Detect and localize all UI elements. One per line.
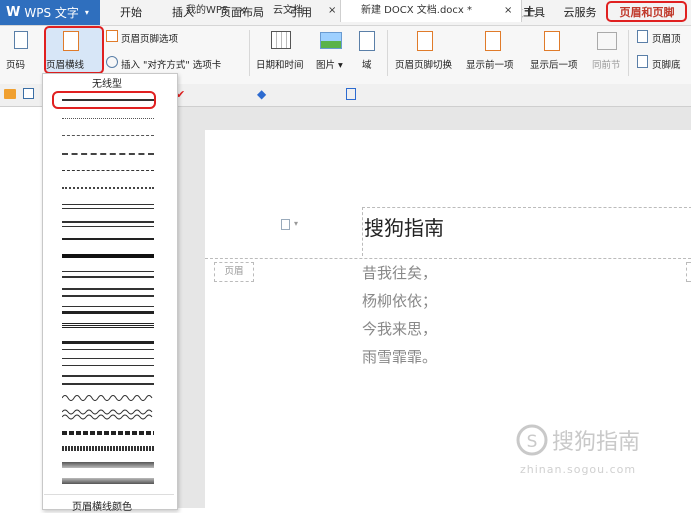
- line-style-option[interactable]: [62, 306, 154, 314]
- line-style-option[interactable]: [62, 204, 154, 209]
- show-previous-button[interactable]: 显示前一项: [466, 57, 514, 71]
- line-style-option[interactable]: [62, 118, 154, 119]
- insert-align-tab-icon: [106, 56, 118, 68]
- header-line-icon: [63, 31, 79, 51]
- poem-line: 昔我往矣，: [362, 264, 438, 282]
- save-icon[interactable]: [23, 88, 34, 99]
- line-style-option[interactable]: [62, 478, 154, 484]
- cloud-docs-icon: ◆: [257, 87, 267, 101]
- line-style-option[interactable]: [62, 135, 154, 136]
- header-boundary-line: [205, 258, 691, 259]
- tab-cloud-service[interactable]: 云服务: [560, 0, 600, 25]
- page-number-icon: [14, 31, 28, 49]
- line-style-option[interactable]: [62, 153, 154, 155]
- picture-icon: [320, 32, 342, 49]
- page-number-button[interactable]: 页码: [6, 57, 25, 71]
- svg-text:S: S: [527, 432, 538, 452]
- watermark-url: zhinan.sogou.com: [520, 463, 637, 476]
- dropdown-separator: [44, 494, 174, 495]
- show-next-icon: [544, 31, 560, 51]
- line-style-option[interactable]: [62, 446, 154, 451]
- field-button[interactable]: 域: [362, 57, 372, 71]
- paste-options-icon[interactable]: [281, 219, 290, 230]
- poem-line: 杨柳依依；: [362, 292, 438, 310]
- line-style-option[interactable]: [62, 271, 154, 278]
- active-document-tab-title: 新建 DOCX 文档.docx *: [361, 5, 473, 16]
- wps-app-menu-button[interactable]: W WPS 文字 ▾: [0, 0, 100, 25]
- tab-cloud-docs[interactable]: 云文档: [273, 0, 303, 22]
- line-style-option[interactable]: [62, 341, 154, 350]
- document-icon: [346, 88, 356, 100]
- line-style-option[interactable]: [62, 170, 154, 171]
- header-edge-marker: [686, 262, 691, 282]
- footer-bottom-button[interactable]: 页脚底: [652, 57, 681, 71]
- line-style-option[interactable]: [62, 99, 154, 101]
- line-style-option[interactable]: [62, 323, 154, 329]
- header-title-text: 搜狗指南: [364, 216, 444, 240]
- switch-header-footer-button[interactable]: 页眉页脚切换: [395, 57, 452, 71]
- wps-logo-icon: W: [6, 5, 21, 20]
- line-style-option[interactable]: [62, 393, 154, 403]
- open-folder-icon[interactable]: [4, 89, 16, 99]
- show-previous-icon: [485, 31, 501, 51]
- chevron-down-icon[interactable]: ▾: [294, 219, 298, 228]
- field-icon: [359, 31, 375, 51]
- app-title: WPS 文字: [24, 6, 79, 20]
- line-style-option[interactable]: [62, 288, 154, 297]
- header-top-button[interactable]: 页眉顶: [652, 31, 681, 45]
- header-line-color-option[interactable]: 页眉横线颜色: [72, 498, 132, 513]
- chevron-down-icon: ▾: [84, 8, 89, 17]
- header-tag: 页眉: [214, 262, 254, 282]
- line-style-option[interactable]: [62, 431, 154, 435]
- line-style-option[interactable]: [62, 187, 154, 189]
- line-style-option[interactable]: [62, 254, 154, 258]
- line-style-option[interactable]: [62, 375, 154, 385]
- poem-line: 今我来思，: [362, 320, 438, 338]
- ribbon-separator: [387, 30, 388, 76]
- ribbon-separator: [249, 30, 250, 76]
- header-footer-options-button[interactable]: 页眉页脚选项: [121, 31, 178, 45]
- line-style-option[interactable]: [62, 221, 154, 227]
- switch-header-footer-icon: [417, 31, 433, 51]
- line-style-option[interactable]: [62, 238, 154, 240]
- ribbon-separator: [628, 30, 629, 76]
- poem-line: 雨雪霏霏。: [362, 348, 438, 366]
- date-time-button[interactable]: 日期和时间: [256, 57, 304, 71]
- same-as-previous-button[interactable]: 同前节: [592, 57, 621, 71]
- show-next-button[interactable]: 显示后一项: [530, 57, 578, 71]
- close-icon[interactable]: ×: [328, 0, 336, 22]
- insert-align-tab-button[interactable]: 插入 "对齐方式" 选项卡: [121, 57, 221, 71]
- close-icon[interactable]: ×: [238, 0, 246, 22]
- footer-bottom-icon: [637, 55, 648, 68]
- header-top-icon: [637, 30, 648, 43]
- no-line-style-label: 无线型: [92, 79, 122, 90]
- same-as-previous-icon: [597, 32, 617, 50]
- header-footer-options-icon: [106, 30, 118, 42]
- header-line-button[interactable]: 页眉横线: [46, 57, 84, 71]
- tab-home[interactable]: 开始: [116, 0, 146, 25]
- line-style-option[interactable]: [62, 358, 154, 366]
- tab-my-wps[interactable]: 我的WPS: [186, 0, 228, 22]
- line-style-option[interactable]: [62, 462, 154, 468]
- picture-button[interactable]: 图片 ▾: [316, 57, 343, 71]
- add-tab-button[interactable]: +: [523, 0, 536, 22]
- tab-highlight-outline: [606, 1, 687, 22]
- calendar-icon: [271, 31, 291, 49]
- watermark-brand: 搜狗指南: [552, 430, 641, 455]
- close-icon[interactable]: ×: [504, 0, 512, 22]
- line-style-option[interactable]: [62, 408, 154, 422]
